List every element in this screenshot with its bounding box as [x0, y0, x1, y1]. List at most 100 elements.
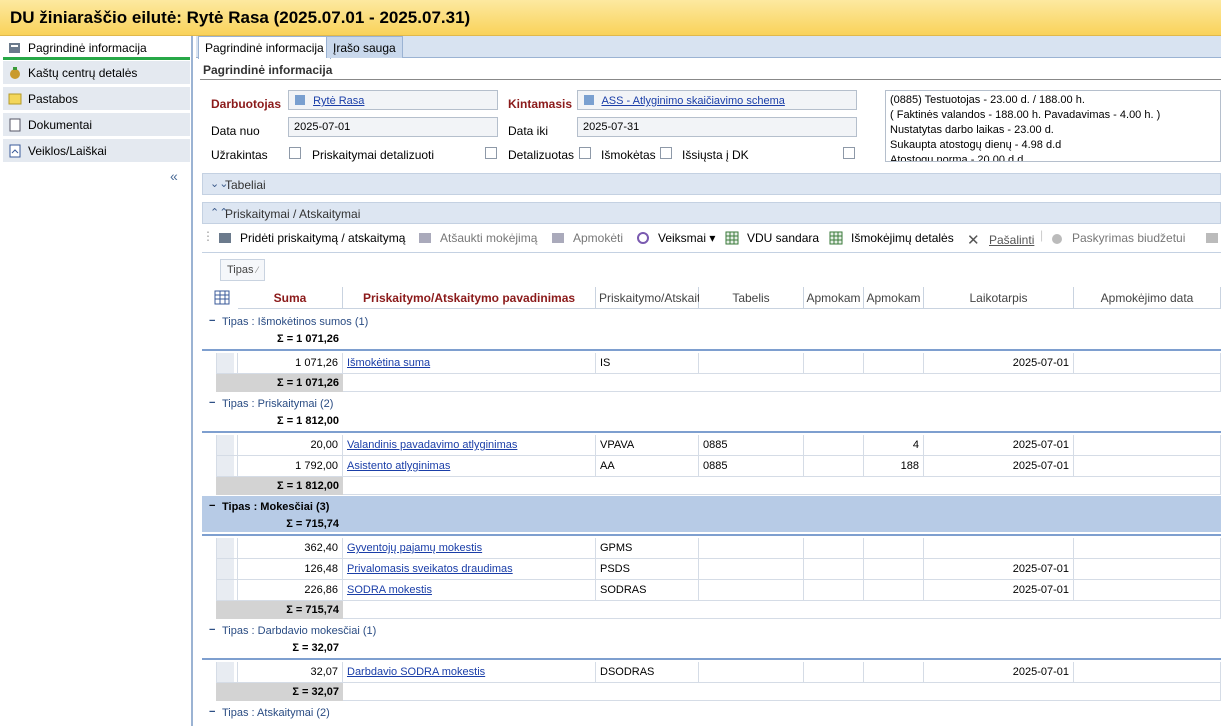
entry-name-link[interactable]: Gyventojų pajamų mokestis	[347, 542, 482, 554]
sidebar-item-veiklos[interactable]: Veiklos/Laiškai	[3, 139, 190, 163]
tabeliai-panel-header[interactable]: ⌄⌄ Tabeliai	[202, 173, 1221, 195]
ismoketas-checkbox[interactable]	[660, 147, 672, 159]
darbuotojas-field[interactable]: Rytė Rasa	[288, 90, 498, 110]
table-row[interactable]: 20,00 Valandinis pavadavimo atlyginimas VP…	[202, 435, 1221, 456]
detalizuotas-checkbox[interactable]	[579, 147, 591, 159]
collapse-group-icon[interactable]: −	[209, 500, 215, 512]
entry-name-link[interactable]: SODRA mokestis	[347, 584, 432, 596]
table-row[interactable]: 32,07 Darbdavio SODRA mokestis DSODRAS 2025…	[202, 662, 1221, 683]
row-indicator[interactable]	[216, 538, 238, 559]
cell-pay	[1074, 456, 1221, 477]
cancel-payment-button[interactable]: Atšaukti mokėjimą	[418, 231, 537, 245]
sidebar-item-pagrindine[interactable]: Pagrindinė informacija	[3, 36, 190, 60]
data-nuo-field[interactable]: 2025-07-01	[288, 117, 498, 137]
overflow-icon[interactable]	[1205, 231, 1219, 245]
entry-name-link[interactable]: Darbdavio SODRA mokestis	[347, 666, 485, 678]
row-indicator[interactable]	[216, 456, 238, 477]
collapse-group-icon[interactable]: −	[209, 397, 215, 409]
sidebar-item-pastabos[interactable]: Pastabos	[3, 87, 190, 111]
entry-name-link[interactable]: Privalomasis sveikatos draudimas	[347, 563, 513, 575]
table-row[interactable]: 126,48 Privalomasis sveikatos draudimas PS…	[202, 559, 1221, 580]
data-iki-field[interactable]: 2025-07-31	[577, 117, 857, 137]
chevron-down-icon: ▾	[709, 231, 716, 245]
group-header[interactable]: − Tipas : Darbdavio mokesčiai (1) Σ = 32,0…	[202, 620, 1221, 656]
payment-details-label: Išmokėjimų detalės	[851, 231, 954, 245]
actions-dropdown-button[interactable]: Veiksmai ▾	[636, 231, 715, 245]
col-header-suma[interactable]: Suma	[238, 287, 343, 309]
cell-tabelis	[699, 662, 804, 683]
cell-suma: 1 071,26	[238, 353, 343, 374]
kintamasis-link[interactable]: ASS - Atlyginimo skaičiavimo schema	[601, 95, 784, 107]
group-header[interactable]: − Tipas : Išmokėtinos sumos (1) Σ = 1 071,…	[202, 311, 1221, 347]
kintamasis-label: Kintamasis	[508, 97, 573, 111]
cell-name[interactable]: Išmokėtina suma	[343, 353, 596, 374]
collapse-group-icon[interactable]: −	[209, 315, 215, 327]
collapse-group-icon[interactable]: −	[209, 624, 215, 636]
row-indicator[interactable]	[216, 435, 238, 456]
delete-button[interactable]: ✕ Pašalinti	[967, 231, 1035, 249]
table-row[interactable]: 1 071,26 Išmokėtina suma IS 2025-07-01	[202, 353, 1221, 374]
cell-name[interactable]: Privalomasis sveikatos draudimas	[343, 559, 596, 580]
row-indicator[interactable]	[216, 353, 238, 374]
cell-name[interactable]: Gyventojų pajamų mokestis	[343, 538, 596, 559]
cell-suma: 362,40	[238, 538, 343, 559]
actions-label: Veiksmai	[658, 231, 707, 245]
add-entry-button[interactable]: Pridėti priskaitymą / atskaitymą	[218, 231, 405, 245]
col-header-apmokam-2[interactable]: Apmokam	[864, 287, 924, 309]
col-header-tabelis[interactable]: Tabelis	[699, 287, 804, 309]
pay-button[interactable]: Apmokėti	[551, 231, 623, 245]
issiusta-dk-checkbox[interactable]	[843, 147, 855, 159]
tab-pagrindine[interactable]: Pagrindinė informacija	[198, 36, 331, 59]
cell-ap1	[804, 353, 864, 374]
darbuotojas-label: Darbuotojas	[211, 97, 282, 111]
group-by-tipas-button[interactable]: Tipas ⁄	[220, 259, 266, 281]
delete-label: Pašalinti	[989, 233, 1035, 247]
ismoketas-label: Išmokėtas	[601, 148, 656, 162]
column-chooser-icon[interactable]	[214, 290, 230, 305]
entry-name-link[interactable]: Asistento atlyginimas	[347, 460, 450, 472]
row-indicator[interactable]	[216, 559, 238, 580]
row-indicator[interactable]	[216, 580, 238, 601]
cell-name[interactable]: Asistento atlyginimas	[343, 456, 596, 477]
cell-ap1	[804, 435, 864, 456]
priskaitymai-panel-header[interactable]: ⌃⌃ Priskaitymai / Atskaitymai	[202, 202, 1221, 224]
group-footer-sum: Σ = 1 812,00	[216, 477, 343, 495]
cell-name[interactable]: Valandinis pavadavimo atlyginimas	[343, 435, 596, 456]
sidebar-item-dokumentai[interactable]: Dokumentai	[3, 113, 190, 137]
group-header[interactable]: − Tipas : Mokesčiai (3) Σ = 715,74	[202, 496, 1221, 532]
scheme-icon	[584, 95, 594, 105]
cell-ap2	[864, 538, 924, 559]
darbuotojas-link[interactable]: Rytė Rasa	[313, 95, 364, 107]
priskaitymai-detalizuoti-checkbox[interactable]	[485, 147, 497, 159]
collapse-group-icon[interactable]: −	[209, 706, 215, 718]
col-header-apmokejimo-data[interactable]: Apmokėjimo data	[1074, 287, 1221, 309]
window-titlebar: DU žiniaraščio eilutė: Rytė Rasa (2025.0…	[0, 0, 1221, 36]
uzrakintas-checkbox[interactable]	[289, 147, 301, 159]
col-header-laikotarpis[interactable]: Laikotarpis	[924, 287, 1074, 309]
entry-name-link[interactable]: Išmokėtina suma	[347, 357, 430, 369]
sidebar-item-kastu[interactable]: Kaštų centrų detalės	[3, 61, 190, 85]
entry-name-link[interactable]: Valandinis pavadavimo atlyginimas	[347, 439, 517, 451]
group-header[interactable]: − Tipas : Priskaitymai (2) Σ = 1 812,00	[202, 393, 1221, 429]
col-header-pavadinimas[interactable]: Priskaitymo/Atskaitymo pavadinimas	[343, 287, 596, 309]
cell-name[interactable]: SODRA mokestis	[343, 580, 596, 601]
row-indicator[interactable]	[216, 662, 238, 683]
grid-icon	[725, 231, 739, 245]
budget-assignment-button[interactable]: Paskyrimas biudžetui	[1050, 231, 1185, 245]
payment-details-button[interactable]: Išmokėjimų detalės	[829, 231, 954, 245]
cell-laik: 2025-07-01	[924, 353, 1074, 374]
vdu-sandara-button[interactable]: VDU sandara	[725, 231, 819, 245]
group-header[interactable]: − Tipas : Atskaitymai (2)	[202, 702, 1221, 722]
collapse-sidebar-button[interactable]: «	[170, 168, 178, 184]
kintamasis-field[interactable]: ASS - Atlyginimo skaičiavimo schema	[577, 90, 857, 110]
group-footer-rest	[343, 477, 1221, 495]
tab-iraso-sauga[interactable]: Įrašo sauga	[326, 36, 403, 58]
col-header-apmokam-1[interactable]: Apmokam	[804, 287, 864, 309]
entries-grid: Tipas ⁄ Suma Priskaitymo/Atskaitymo pava…	[202, 252, 1221, 726]
cell-name[interactable]: Darbdavio SODRA mokestis	[343, 662, 596, 683]
table-row[interactable]: 362,40 Gyventojų pajamų mokestis GPMS	[202, 538, 1221, 559]
col-header-kodas[interactable]: Priskaitymo/Atskait	[596, 287, 700, 309]
table-row[interactable]: 1 792,00 Asistento atlyginimas AA 0885 188 20…	[202, 456, 1221, 477]
cell-code: DSODRAS	[596, 662, 699, 683]
table-row[interactable]: 226,86 SODRA mokestis SODRAS 2025-07-01	[202, 580, 1221, 601]
